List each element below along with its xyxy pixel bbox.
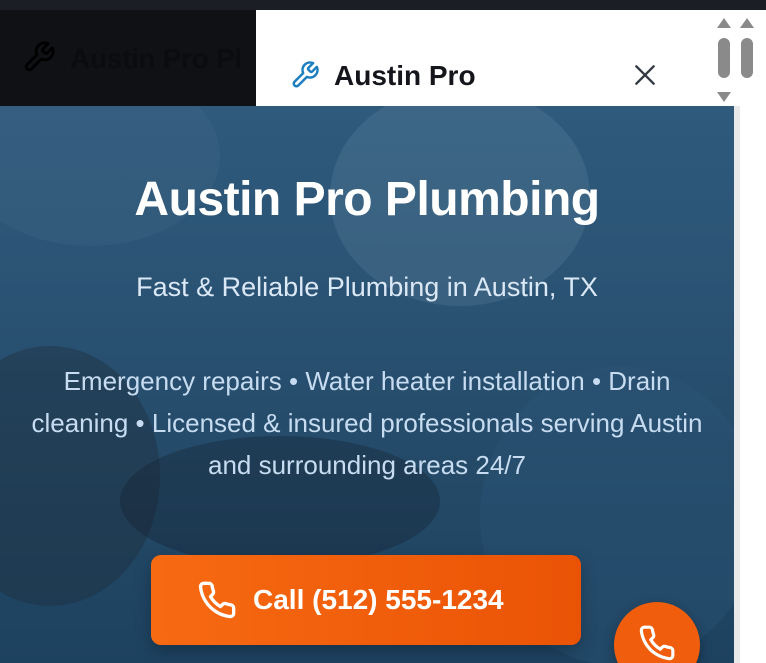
call-button[interactable]: Call (512) 555-1234 bbox=[151, 555, 581, 645]
wrench-icon bbox=[292, 61, 319, 88]
scroll-down-arrow-icon[interactable] bbox=[717, 92, 731, 102]
page-side-strip bbox=[734, 106, 766, 663]
hero-section: Austin Pro Plumbing Fast & Reliable Plum… bbox=[0, 106, 734, 663]
wrench-icon bbox=[24, 41, 55, 72]
call-button-label: Call (512) 555-1234 bbox=[253, 584, 504, 615]
screen: Austin Pro Pl Austin Pro Austin Pro Plum… bbox=[0, 0, 766, 663]
divider bbox=[734, 106, 740, 663]
phone-icon bbox=[198, 581, 236, 619]
site-header: Austin Pro bbox=[256, 10, 714, 106]
scrollbar-thumb[interactable] bbox=[718, 38, 730, 78]
background-page-header: Austin Pro Pl bbox=[0, 10, 256, 106]
close-icon[interactable] bbox=[632, 62, 658, 88]
scrollbar-thumb[interactable] bbox=[741, 38, 753, 78]
brand-name[interactable]: Austin Pro bbox=[334, 60, 476, 92]
phone-icon bbox=[639, 625, 675, 661]
hero-subtitle: Fast & Reliable Plumbing in Austin, TX bbox=[136, 272, 598, 302]
hero-description: Emergency repairs • Water heater install… bbox=[31, 366, 703, 480]
hero-title: Austin Pro Plumbing bbox=[134, 173, 600, 226]
scroll-up-arrow-icon[interactable] bbox=[717, 18, 731, 28]
scroll-up-arrow-icon[interactable] bbox=[740, 18, 754, 28]
background-brand-name: Austin Pro Pl bbox=[70, 43, 242, 74]
scrollbar[interactable] bbox=[714, 10, 766, 106]
window-top-strip bbox=[0, 0, 766, 10]
